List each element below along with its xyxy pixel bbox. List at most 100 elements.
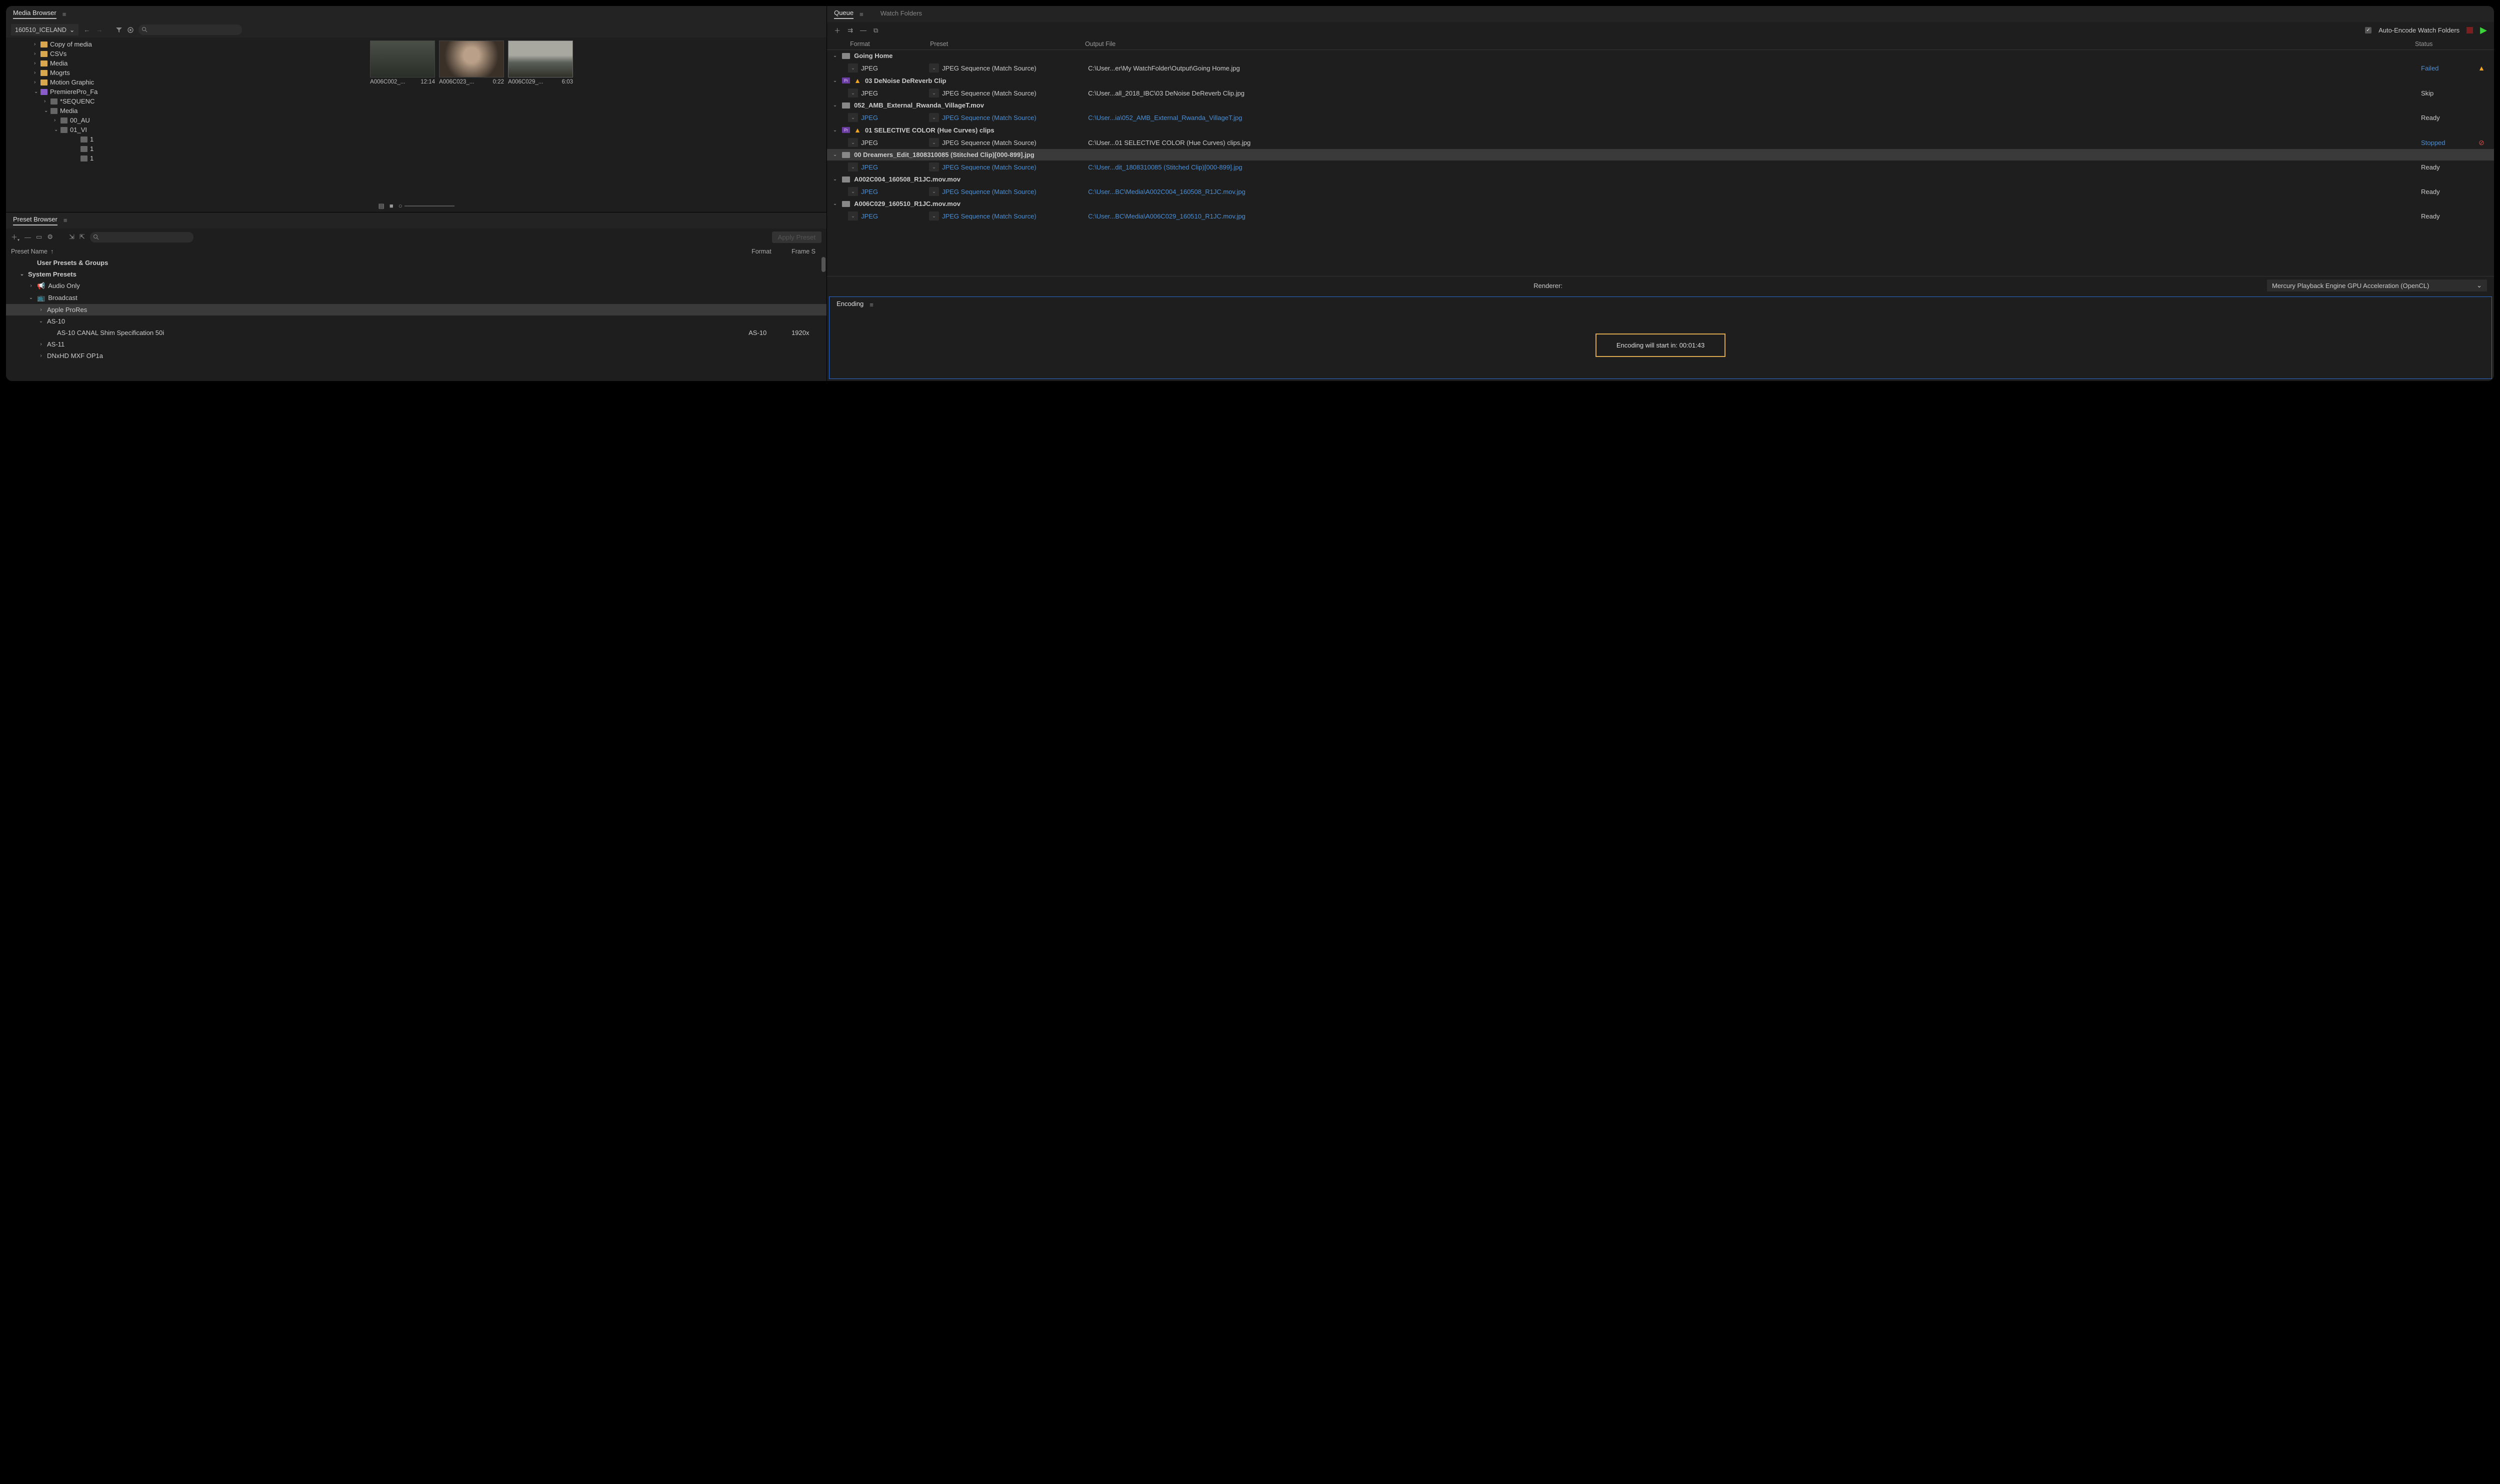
header-format[interactable]: Format (752, 248, 792, 255)
output-path[interactable]: C:\User...all_2018_IBC\03 DeNoise DeReve… (1088, 90, 2418, 97)
preset-value[interactable]: JPEG Sequence (Match Source) (942, 64, 1085, 72)
preset-value[interactable]: JPEG Sequence (Match Source) (942, 139, 1085, 146)
watch-folders-tab[interactable]: Watch Folders (880, 10, 922, 18)
thumb-view-icon[interactable]: ■ (390, 202, 394, 210)
panel-menu-icon[interactable]: ≡ (62, 10, 66, 18)
zoom-slider[interactable]: ○ (398, 202, 454, 210)
preset-row[interactable]: ›📢Audio Only (6, 280, 826, 292)
format-value[interactable]: JPEG (861, 188, 926, 196)
output-path[interactable]: C:\User...BC\Media\A006C029_160510_R1JC.… (1088, 212, 2418, 220)
preset-row[interactable]: ⌄📺Broadcast (6, 292, 826, 304)
tree-item[interactable]: 1 (6, 134, 367, 144)
queue-item[interactable]: ⌄JPEG⌄JPEG Sequence (Match Source)C:\Use… (827, 62, 2494, 74)
preset-value[interactable]: JPEG Sequence (Match Source) (942, 90, 1085, 97)
queue-item[interactable]: ⌄JPEG⌄JPEG Sequence (Match Source)C:\Use… (827, 136, 2494, 149)
format-dropdown[interactable]: ⌄ (848, 187, 858, 196)
preset-row[interactable]: AS-10 CANAL Shim Specification 50iAS-101… (6, 327, 826, 338)
new-group-icon[interactable]: ▭ (36, 233, 42, 241)
preset-dropdown[interactable]: ⌄ (929, 113, 939, 122)
output-path[interactable]: C:\User...01 SELECTIVE COLOR (Hue Curves… (1088, 139, 2418, 146)
media-browser-tab[interactable]: Media Browser (13, 9, 56, 19)
apply-preset-button[interactable]: Apply Preset (772, 232, 822, 243)
tree-item[interactable]: ›Mogrts (6, 68, 367, 78)
search-input[interactable] (138, 24, 242, 35)
settings-icon[interactable]: ⚙ (47, 233, 53, 241)
preset-dropdown[interactable]: ⌄ (929, 212, 939, 220)
queue-group[interactable]: ⌄052_AMB_External_Rwanda_VillageT.mov (827, 100, 2494, 111)
preset-dropdown[interactable]: ⌄ (929, 187, 939, 196)
stop-queue-button[interactable] (2466, 27, 2473, 34)
list-view-icon[interactable]: ▤ (378, 202, 384, 210)
tree-item[interactable]: ›Copy of media (6, 40, 367, 49)
filter-icon[interactable] (116, 26, 122, 34)
tree-item[interactable]: ›00_AU (6, 116, 367, 125)
format-value[interactable]: JPEG (861, 212, 926, 220)
renderer-select[interactable]: Mercury Playback Engine GPU Acceleration… (2267, 280, 2487, 292)
export-icon[interactable]: ⇱ (80, 233, 85, 241)
queue-group[interactable]: ⌄Pr▲01 SELECTIVE COLOR (Hue Curves) clip… (827, 124, 2494, 136)
tree-item[interactable]: ›*SEQUENC (6, 96, 367, 106)
queue-group[interactable]: ⌄A002C004_160508_R1JC.mov.mov (827, 174, 2494, 185)
remove-preset-icon[interactable]: — (24, 234, 31, 241)
folder-tree[interactable]: ›Copy of media›CSVs›Media›Mogrts›Motion … (6, 38, 367, 200)
preset-search-input[interactable] (90, 232, 194, 242)
output-path[interactable]: C:\User...er\My WatchFolder\Output\Going… (1088, 64, 2418, 72)
tree-item[interactable]: 1 (6, 144, 367, 154)
duplicate-icon[interactable]: ⧉ (874, 26, 878, 34)
queue-group[interactable]: ⌄00 Dreamers_Edit_1808310085 (Stitched C… (827, 149, 2494, 160)
encoding-tab[interactable]: Encoding (836, 300, 864, 309)
media-thumbnail[interactable]: A006C023_...0:22 (439, 40, 504, 85)
tree-item[interactable]: ›Motion Graphic (6, 78, 367, 87)
add-output-icon[interactable]: ⇉ (848, 26, 853, 34)
nav-back-icon[interactable]: ← (82, 25, 91, 34)
location-dropdown[interactable]: 160510_ICELAND ⌄ (11, 24, 78, 36)
queue-item[interactable]: ⌄JPEG⌄JPEG Sequence (Match Source)C:\Use… (827, 111, 2494, 124)
add-preset-icon[interactable]: ＋▾ (11, 232, 20, 242)
tree-item[interactable]: 1 (6, 154, 367, 163)
tree-item[interactable]: ›Media (6, 58, 367, 68)
preset-dropdown[interactable]: ⌄ (929, 64, 939, 72)
header-status[interactable]: Status (2415, 40, 2485, 48)
tree-item[interactable]: ›CSVs (6, 49, 367, 58)
preset-value[interactable]: JPEG Sequence (Match Source) (942, 164, 1085, 171)
queue-item[interactable]: ⌄JPEG⌄JPEG Sequence (Match Source)C:\Use… (827, 160, 2494, 174)
preset-row[interactable]: ›AS-11 (6, 338, 826, 350)
preset-row[interactable]: ›Apple ProRes (6, 304, 826, 316)
header-frame-size[interactable]: Frame S (792, 248, 822, 255)
output-path[interactable]: C:\User...ia\052_AMB_External_Rwanda_Vil… (1088, 114, 2418, 122)
queue-item[interactable]: ⌄JPEG⌄JPEG Sequence (Match Source)C:\Use… (827, 210, 2494, 222)
format-value[interactable]: JPEG (861, 139, 926, 146)
nav-forward-icon[interactable]: → (95, 25, 104, 34)
format-dropdown[interactable]: ⌄ (848, 212, 858, 220)
preset-row[interactable]: ›DNxHD MXF OP1a (6, 350, 826, 362)
preset-dropdown[interactable]: ⌄ (929, 88, 939, 98)
queue-group[interactable]: ⌄Going Home (827, 50, 2494, 62)
format-dropdown[interactable]: ⌄ (848, 138, 858, 147)
preset-row[interactable]: ⌄AS-10 (6, 316, 826, 327)
preset-list[interactable]: User Presets & Groups⌄System Presets›📢Au… (6, 257, 826, 382)
format-value[interactable]: JPEG (861, 164, 926, 171)
queue-list[interactable]: ⌄Going Home⌄JPEG⌄JPEG Sequence (Match So… (827, 50, 2494, 276)
preset-value[interactable]: JPEG Sequence (Match Source) (942, 114, 1085, 122)
import-icon[interactable]: ⇲ (69, 233, 74, 241)
output-path[interactable]: C:\User...dit_1808310085 (Stitched Clip)… (1088, 164, 2418, 171)
start-queue-button[interactable]: ▶ (2480, 25, 2487, 36)
header-output[interactable]: Output File (1085, 40, 2415, 48)
media-thumbnail[interactable]: A006C002_...12:14 (370, 40, 435, 85)
format-dropdown[interactable]: ⌄ (848, 88, 858, 98)
format-dropdown[interactable]: ⌄ (848, 64, 858, 72)
thumbnail-grid[interactable]: A006C002_...12:14A006C023_...0:22A006C02… (367, 38, 826, 200)
format-value[interactable]: JPEG (861, 90, 926, 97)
preset-dropdown[interactable]: ⌄ (929, 138, 939, 147)
format-value[interactable]: JPEG (861, 64, 926, 72)
queue-tab[interactable]: Queue (834, 9, 854, 19)
remove-icon[interactable]: — (860, 26, 866, 34)
queue-item[interactable]: ⌄JPEG⌄JPEG Sequence (Match Source)C:\Use… (827, 185, 2494, 198)
preset-row[interactable]: User Presets & Groups (6, 257, 826, 268)
auto-encode-checkbox[interactable]: ✓ (2365, 27, 2372, 34)
panel-menu-icon[interactable]: ≡ (64, 216, 68, 224)
header-preset-name[interactable]: Preset Name (11, 248, 48, 255)
preset-dropdown[interactable]: ⌄ (929, 162, 939, 172)
ingest-icon[interactable] (126, 26, 134, 34)
panel-menu-icon[interactable]: ≡ (860, 10, 864, 18)
